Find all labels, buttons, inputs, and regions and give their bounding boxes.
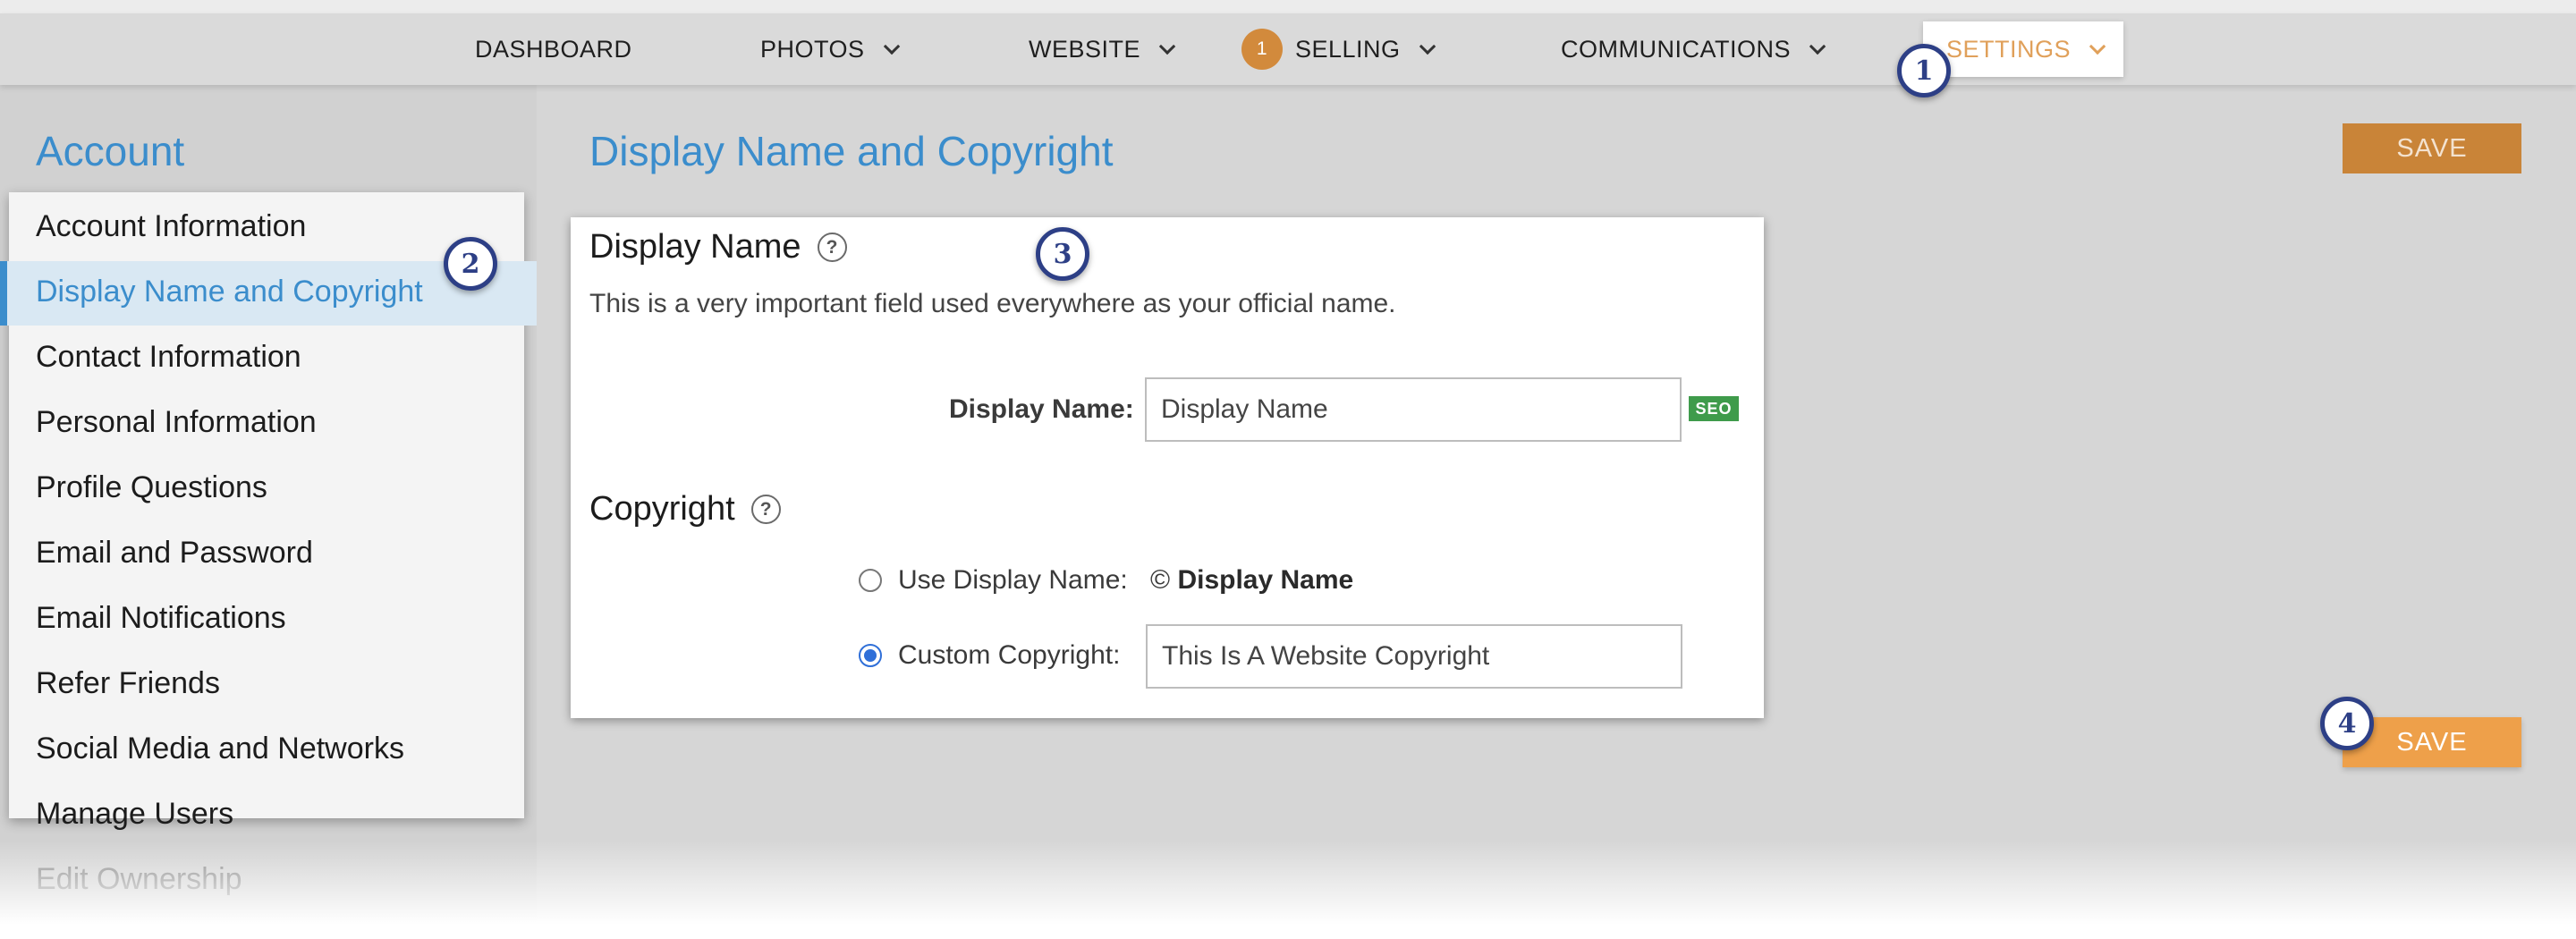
page-title: Display Name and Copyright [589,128,1114,174]
display-name-description: This is a very important field used ever… [589,289,1396,318]
chevron-down-icon [2089,38,2106,55]
copyright-section: Copyright ? [589,490,781,529]
copyright-display-name: Display Name [1177,565,1354,595]
step-marker-2: 2 [444,237,497,291]
custom-copyright-radio[interactable] [859,644,882,667]
sidebar-item-manage-users[interactable]: Manage Users [36,797,233,832]
copyright-heading: Copyright [589,490,735,528]
sidebar-item-edit-ownership[interactable]: Edit Ownership [36,862,242,897]
nav-photos-label: PHOTOS [760,35,865,63]
sidebar-title: Account [36,128,185,174]
nav-dashboard[interactable]: DASHBOARD [475,13,632,85]
step-marker-3: 3 [1036,227,1089,281]
nav-photos[interactable]: PHOTOS [760,13,900,85]
sidebar-active-indicator [0,261,7,326]
app-window: DASHBOARD PHOTOS WEBSITE 1 SELLING COMMU… [0,0,2576,939]
nav-website-label: WEBSITE [1029,35,1141,63]
display-name-label: Display Name: [949,394,1134,424]
chevron-down-icon [1158,38,1176,55]
custom-copyright-input[interactable] [1146,624,1682,689]
sidebar-item-email-notifications[interactable]: Email Notifications [36,601,286,636]
nav-settings[interactable]: SETTINGS [1923,21,2123,77]
copyright-symbol: © [1150,565,1171,595]
nav-website[interactable]: WEBSITE [1029,13,1176,85]
top-strip [0,0,2576,13]
chevron-down-icon [1809,38,1826,55]
nav-dashboard-label: DASHBOARD [475,35,632,63]
display-name-heading: Display Name [589,228,801,266]
chevron-down-icon [1419,38,1436,55]
use-display-name-label: Use Display Name: [898,565,1128,595]
custom-copyright-label: Custom Copyright: [898,640,1121,670]
chevron-down-icon [883,38,900,55]
save-button-top[interactable]: SAVE [2343,123,2521,173]
display-name-input[interactable] [1145,377,1682,442]
sidebar-item-social-media-and-networks[interactable]: Social Media and Networks [36,732,404,766]
sidebar-item-email-and-password[interactable]: Email and Password [36,536,313,571]
settings-card: Display Name ? This is a very important … [571,217,1764,718]
display-name-section: Display Name ? [589,228,847,266]
step-marker-1: 1 [1897,44,1951,97]
seo-badge: SEO [1689,396,1739,421]
notification-badge: 1 [1241,29,1283,70]
sidebar-item-personal-information[interactable]: Personal Information [36,405,317,440]
sidebar-item-account-information[interactable]: Account Information [36,209,306,244]
help-icon[interactable]: ? [750,495,781,524]
help-icon[interactable]: ? [817,233,847,262]
sidebar-item-display-name-and-copyright[interactable]: Display Name and Copyright [36,275,423,309]
nav-communications[interactable]: COMMUNICATIONS [1561,13,1826,85]
sidebar-item-profile-questions[interactable]: Profile Questions [36,470,267,505]
nav-selling[interactable]: 1 SELLING [1241,13,1436,85]
sidebar-item-contact-information[interactable]: Contact Information [36,340,301,375]
copyright-display-value: © Display Name [1150,565,1353,596]
use-display-name-radio[interactable] [859,569,882,592]
sidebar-item-refer-friends[interactable]: Refer Friends [36,666,220,701]
nav-communications-label: COMMUNICATIONS [1561,35,1791,63]
top-nav: DASHBOARD PHOTOS WEBSITE 1 SELLING COMMU… [0,13,2576,85]
nav-selling-label: SELLING [1295,35,1401,63]
nav-settings-label: SETTINGS [1945,35,2071,63]
step-marker-4: 4 [2320,697,2374,750]
